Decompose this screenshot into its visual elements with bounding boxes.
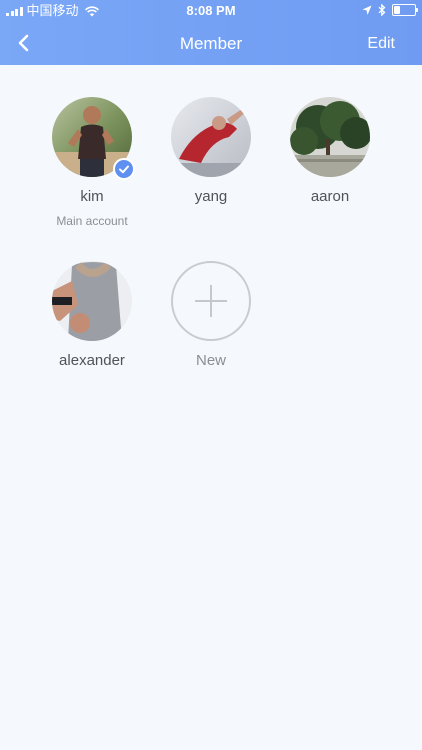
status-bar: 中国移动 8:08 PM: [0, 0, 422, 22]
member-name: aaron: [310, 188, 350, 205]
avatar-photo-alexander: [52, 261, 132, 341]
avatar-yang: [171, 97, 251, 177]
member-item-alexander[interactable]: alexander: [32, 261, 152, 370]
member-name: alexander: [59, 352, 125, 369]
add-member-button[interactable]: New: [151, 261, 271, 370]
battery-icon: [392, 4, 418, 16]
location-arrow-icon: [362, 5, 372, 15]
plus-icon: [171, 261, 251, 341]
member-name: kim: [80, 188, 104, 205]
avatar-alexander: [52, 261, 132, 341]
avatar-photo-aaron: [290, 97, 370, 177]
verified-check-icon: [113, 158, 135, 180]
bluetooth-icon: [378, 4, 386, 16]
main-account-label: Main account: [56, 214, 128, 228]
status-right: [362, 4, 418, 16]
page-title: Member: [179, 34, 243, 53]
member-item-aaron[interactable]: aaron: [270, 97, 390, 206]
add-member-label: New: [195, 352, 226, 369]
avatar-photo-yang: [171, 97, 251, 177]
battery-level: [394, 6, 400, 14]
member-item-kim[interactable]: kim Main account: [32, 97, 152, 228]
edit-button[interactable]: Edit: [367, 34, 395, 54]
member-name: yang: [194, 188, 228, 205]
member-item-yang[interactable]: yang: [151, 97, 271, 206]
app-header: 中国移动 8:08 PM Member Edit: [0, 0, 422, 65]
status-time: 8:08 PM: [186, 3, 236, 18]
avatar-aaron: [290, 97, 370, 177]
